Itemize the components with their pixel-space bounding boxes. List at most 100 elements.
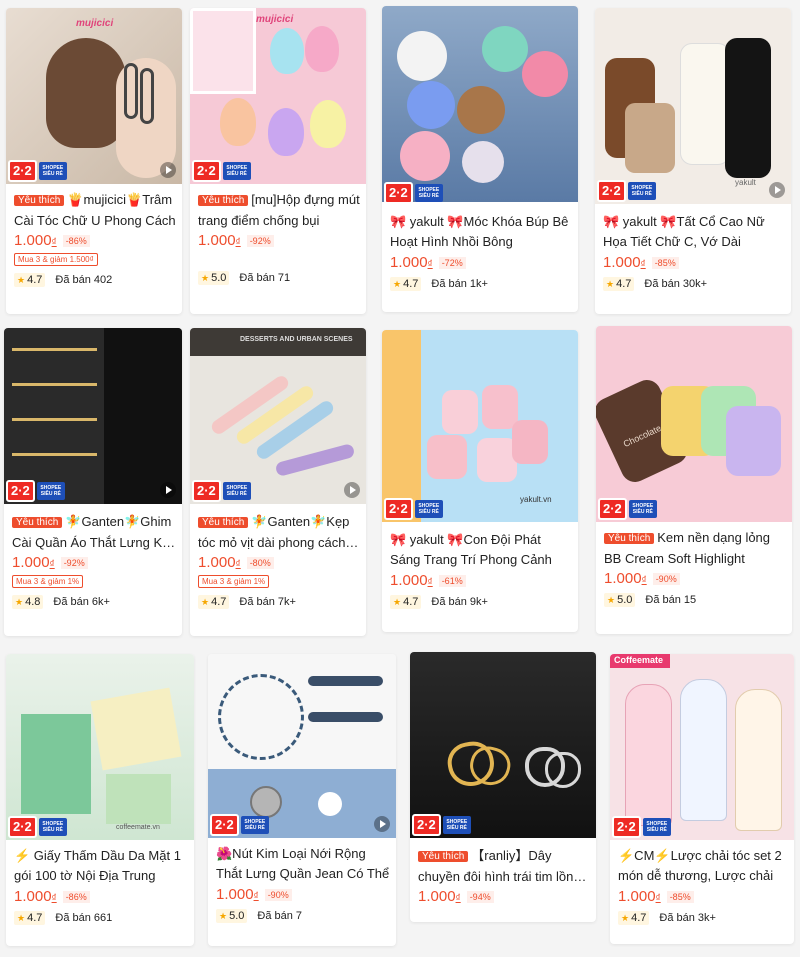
product-image[interactable]: mujicici 2·2 SHOPEE SIÊU RẺ: [190, 8, 366, 184]
product-price: 1.000₫: [418, 888, 461, 905]
product-title: Yêu thích Kem nền dạng lỏng BB Cream Soft…: [604, 530, 771, 566]
product-image[interactable]: Coffeemate 2·2 SHOPEE SIÊU RẺ: [610, 654, 794, 840]
product-price: 1.000₫: [14, 232, 57, 249]
product-title: ⚡CM⚡Lược chải tóc set 2 món dễ thương, L…: [618, 848, 782, 883]
rating-badge: ★ 5.0: [604, 593, 636, 607]
rating-badge: ★ 4.7: [198, 595, 230, 609]
product-title: Yêu thích 🧚Ganten🧚Kẹp tóc mỏ vịt dài phon…: [198, 514, 350, 550]
play-icon[interactable]: [374, 816, 390, 832]
promo-badge: 2·2 SHOPEE SIÊU RẺ: [384, 498, 443, 520]
play-icon[interactable]: [344, 482, 360, 498]
product-card[interactable]: yakult 2·2 SHOPEE SIÊU RẺ 🎀 yakult 🎀Tất C…: [595, 8, 791, 314]
sold-count: Đã bán 3k+: [659, 912, 716, 924]
sold-count: Đã bán 9k+: [431, 596, 488, 608]
favorite-tag: Yêu thích: [198, 517, 249, 528]
product-title: ⚡ Giấy Thấm Dầu Da Mặt 1 gói 100 tờ Nội …: [14, 848, 181, 883]
product-price: 1.000₫: [390, 254, 433, 271]
product-title: Yêu thích 🧚Ganten🧚Ghim Cài Quần Áo Thắt L…: [12, 514, 176, 550]
product-card[interactable]: Chocolate 2·2 SHOPEE SIÊU RẺ Yêu thích Kem…: [596, 326, 792, 634]
sold-count: Đã bán 6k+: [53, 596, 110, 608]
promo-badge: 2·2 SHOPEE SIÊU RẺ: [412, 814, 471, 836]
favorite-tag: Yêu thích: [198, 195, 249, 206]
star-icon: ★: [621, 912, 630, 923]
sold-count: Đã bán 71: [239, 272, 291, 284]
discount-badge: -85%: [666, 890, 694, 903]
product-title: 🎀 yakult 🎀Móc Khóa Búp Bê Hoạt Hình Nhồi…: [390, 214, 569, 249]
product-image[interactable]: 2·2 SHOPEE SIÊU RẺ: [208, 654, 396, 838]
favorite-tag: Yêu thích: [14, 195, 65, 206]
product-card[interactable]: 2·2 SHOPEE SIÊU RẺ 🌺Nút Kim Loại Nới Rộng…: [208, 654, 396, 946]
product-image[interactable]: yakult.vn 2·2 SHOPEE SIÊU RẺ: [382, 330, 578, 522]
sold-count: Đã bán 7: [257, 910, 303, 922]
product-card[interactable]: mujicici 2·2 SHOPEE SIÊU RẺ Yêu thích 🍟muj…: [6, 8, 182, 314]
discount-badge: -94%: [466, 890, 494, 903]
watermark: yakult.vn: [520, 495, 552, 504]
watermark: coffeemate.vn: [116, 824, 160, 831]
favorite-tag: Yêu thích: [418, 851, 469, 862]
product-image[interactable]: mujicici 2·2 SHOPEE SIÊU RẺ: [6, 8, 182, 184]
watermark: yakult: [735, 178, 756, 187]
product-price: 1.000₫: [390, 572, 433, 589]
play-icon[interactable]: [160, 162, 176, 178]
star-icon: ★: [17, 274, 26, 285]
product-image[interactable]: 2·2 SHOPEE SIÊU RẺ: [410, 652, 596, 838]
product-image[interactable]: 2·2 SHOPEE SIÊU RẺ: [4, 328, 182, 504]
promo-badge: 2·2 SHOPEE SIÊU RẺ: [598, 498, 657, 520]
discount-badge: -72%: [438, 256, 466, 269]
star-icon: ★: [201, 596, 210, 607]
promo-badge: 2·2 SHOPEE SIÊU RẺ: [210, 814, 269, 836]
promo-badge: 2·2 SHOPEE SIÊU RẺ: [192, 480, 251, 502]
product-image[interactable]: coffeemate.vn 2·2 SHOPEE SIÊU RẺ: [6, 654, 194, 840]
sold-count: Đã bán 30k+: [644, 278, 708, 290]
watermark: mujicici: [76, 18, 114, 29]
product-image[interactable]: 2·2 SHOPEE SIÊU RẺ: [382, 6, 578, 202]
product-price: 1.000₫: [604, 570, 647, 587]
watermark: mujicici: [256, 14, 294, 25]
sold-count: Đã bán 1k+: [431, 278, 488, 290]
promo-label: Mua 3 & giảm 1%: [12, 575, 84, 588]
product-card[interactable]: Coffeemate 2·2 SHOPEE SIÊU RẺ ⚡CM⚡Lược ch…: [610, 654, 794, 944]
rating-badge: ★ 5.0: [198, 271, 230, 285]
product-image[interactable]: DESSERTS AND URBAN SCENES 2·2 SHOPEE SIÊU…: [190, 328, 366, 504]
product-title: 🌺Nút Kim Loại Nới Rộng Thắt Lưng Quần Je…: [216, 846, 390, 881]
promo-badge: 2·2 SHOPEE SIÊU RẺ: [8, 816, 67, 838]
product-title: 🎀 yakult 🎀Con Đội Phát Sáng Trang Trí Ph…: [390, 532, 552, 567]
star-icon: ★: [393, 596, 402, 607]
star-icon: ★: [219, 910, 228, 921]
promo-badge: 2·2 SHOPEE SIÊU RẺ: [192, 160, 251, 182]
promo-badge: 2·2 SHOPEE SIÊU RẺ: [597, 180, 656, 202]
discount-badge: -80%: [246, 556, 274, 569]
rating-badge: ★ 4.7: [390, 595, 422, 609]
play-icon[interactable]: [160, 482, 176, 498]
star-icon: ★: [15, 596, 24, 607]
rating-badge: ★ 4.7: [618, 911, 650, 925]
favorite-tag: Yêu thích: [12, 517, 63, 528]
star-icon: ★: [606, 278, 615, 289]
product-title: Yêu thích 🍟mujicici🍟Trâm Cài Tóc Chữ U Ph…: [14, 192, 176, 228]
product-card[interactable]: 2·2 SHOPEE SIÊU RẺ Yêu thích 🧚Ganten🧚Ghim …: [4, 328, 182, 636]
product-title: 🎀 yakult 🎀Tất Cổ Cao Nữ Họa Tiết Chữ C, …: [603, 214, 765, 249]
discount-badge: -86%: [62, 890, 90, 903]
discount-badge: -86%: [62, 234, 90, 247]
product-image[interactable]: Chocolate 2·2 SHOPEE SIÊU RẺ: [596, 326, 792, 522]
product-price: 1.000₫: [12, 554, 55, 571]
product-price: 1.000₫: [198, 232, 241, 249]
sold-count: Đã bán 7k+: [239, 596, 296, 608]
discount-badge: -90%: [264, 888, 292, 901]
product-card[interactable]: 2·2 SHOPEE SIÊU RẺ Yêu thích 【ranliy】Dây c…: [410, 652, 596, 922]
rating-badge: ★ 4.7: [390, 277, 422, 291]
product-card[interactable]: mujicici 2·2 SHOPEE SIÊU RẺ Yêu thích [mu]…: [190, 8, 366, 314]
product-card[interactable]: coffeemate.vn 2·2 SHOPEE SIÊU RẺ ⚡ Giấy T…: [6, 654, 194, 946]
product-price: 1.000₫: [603, 254, 646, 271]
watermark: Coffeemate: [614, 655, 664, 665]
product-card[interactable]: 2·2 SHOPEE SIÊU RẺ 🎀 yakult 🎀Móc Khóa Búp…: [382, 6, 578, 312]
favorite-tag: Yêu thích: [604, 533, 655, 544]
product-card[interactable]: yakult.vn 2·2 SHOPEE SIÊU RẺ 🎀 yakult 🎀Co…: [382, 330, 578, 632]
sold-count: Đã bán 15: [645, 594, 697, 606]
rating-badge: ★ 4.7: [14, 273, 46, 287]
discount-badge: -85%: [651, 256, 679, 269]
play-icon[interactable]: [769, 182, 785, 198]
product-image[interactable]: yakult 2·2 SHOPEE SIÊU RẺ: [595, 8, 791, 204]
product-card[interactable]: DESSERTS AND URBAN SCENES 2·2 SHOPEE SIÊU…: [190, 328, 366, 636]
discount-badge: -92%: [60, 556, 88, 569]
